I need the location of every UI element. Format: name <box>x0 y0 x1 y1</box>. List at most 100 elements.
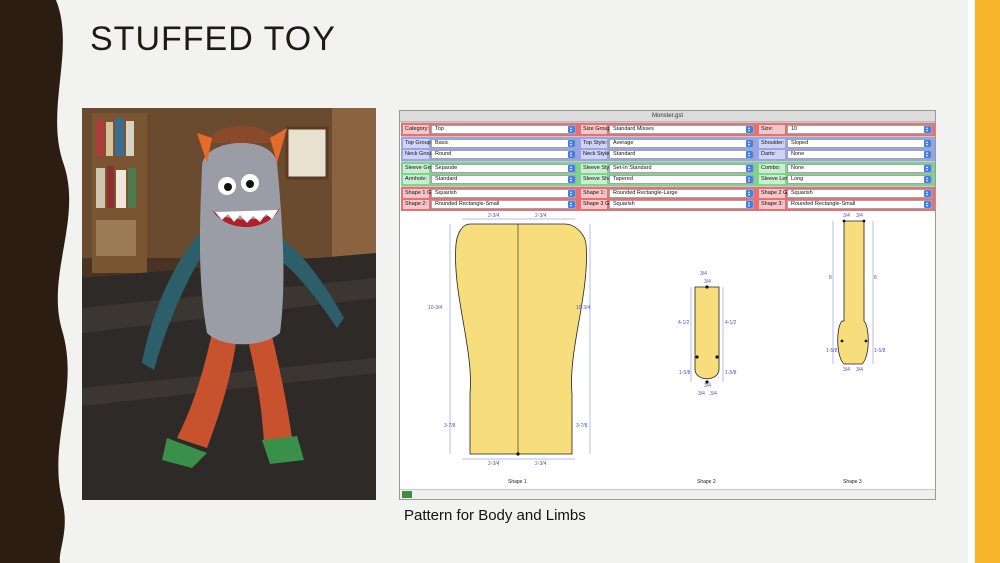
dropdown-arrow-icon <box>568 190 575 197</box>
slide-title: STUFFED TOY <box>90 20 336 58</box>
dim-label: 8 <box>829 275 832 281</box>
shape3-group-select[interactable]: Squarish <box>609 200 754 209</box>
top-style-select[interactable]: Average <box>609 139 754 148</box>
combo-select[interactable]: None <box>787 164 932 173</box>
top-group-field: Top Group: Basic <box>401 138 579 149</box>
dim-label: 3/4 <box>856 367 863 373</box>
dropdown-arrow-icon <box>924 201 931 208</box>
dim-label: 3-7/8 <box>576 423 588 429</box>
shape2-group-select[interactable]: Squarish <box>787 189 932 198</box>
shape2-select[interactable]: Rounded Rectangle-Small <box>431 200 576 209</box>
dropdown-arrow-icon <box>924 165 931 172</box>
armhole-field: Armhole: Standard <box>401 174 579 185</box>
dim-label: 1-5/8 <box>725 370 737 376</box>
dim-label: 4-1/2 <box>678 320 690 326</box>
status-icon[interactable] <box>402 491 412 498</box>
sleeve-length-field: Sleeve Length: Long <box>757 174 935 185</box>
dropdown-arrow-icon <box>924 151 931 158</box>
shoulder-field: Shoulder: Sloped <box>757 138 935 149</box>
dropdown-arrow-icon <box>746 176 753 183</box>
dropdown-arrow-icon <box>924 176 931 183</box>
dim-label: 3/4 <box>704 383 711 389</box>
shape-group: Shape 1 Group: Squarish Shape 1: Rounded… <box>401 186 935 211</box>
dim-label: 2-3/4 <box>535 461 547 467</box>
parameter-panel: Category: Top Size Group: Standard Misse… <box>401 122 935 211</box>
top-style-field: Top Style: Average <box>579 138 757 149</box>
shape1-group-field: Shape 1 Group: Squarish <box>401 188 579 199</box>
shape1-select[interactable]: Rounded Rectangle-Large <box>609 189 754 198</box>
window-title: Monster.gst <box>400 111 935 122</box>
dim-label: 1-5/8 <box>826 348 838 354</box>
sleeve-group-select[interactable]: Separate <box>431 164 576 173</box>
dim-label: 3/4 <box>843 367 850 373</box>
dropdown-arrow-icon <box>568 176 575 183</box>
dropdown-arrow-icon <box>746 140 753 147</box>
dim-label: 8 <box>874 275 877 281</box>
dropdown-arrow-icon <box>568 140 575 147</box>
dropdown-arrow-icon <box>746 201 753 208</box>
neck-style-field: Neck Style: Standard <box>579 149 757 160</box>
dim-label: 3/4 <box>843 213 850 219</box>
shape2-group-field: Shape 2 Group: Squarish <box>757 188 935 199</box>
sleeve-style-field: Sleeve Style: Set-In Standard <box>579 163 757 174</box>
dropdown-arrow-icon <box>746 190 753 197</box>
dropdown-arrow-icon <box>746 126 753 133</box>
pattern-app-window: Monster.gst Category: Top Size Group: St… <box>399 110 936 500</box>
sleeve-style-select[interactable]: Set-In Standard <box>609 164 754 173</box>
shape1-field: Shape 1: Rounded Rectangle-Large <box>579 188 757 199</box>
dim-label: 2-3/4 <box>535 213 547 219</box>
dim-label: 3/4 <box>704 279 711 285</box>
top-group: Top Group: Basic Top Style: Average Shou… <box>401 136 935 161</box>
top-group-select[interactable]: Basic <box>431 139 576 148</box>
shape-1-pattern: 2-3/4 2-3/4 10-3/4 10-3/4 3-7/8 3-7/8 2-… <box>428 213 590 485</box>
dim-label: 3/4 <box>700 271 707 277</box>
toy-photo <box>82 108 376 500</box>
sleeve-shape-field: Sleeve Shape: Tapered <box>579 174 757 185</box>
neck-style-select[interactable]: Standard <box>609 150 754 159</box>
shape-3-pattern: 3/4 3/4 8 8 1-5/8 1-5/8 3/4 3/4 Shape 3 <box>826 213 886 485</box>
shoulder-select[interactable]: Sloped <box>787 139 932 148</box>
dropdown-arrow-icon <box>924 140 931 147</box>
dropdown-arrow-icon <box>568 201 575 208</box>
darts-select[interactable]: None <box>787 150 932 159</box>
dropdown-arrow-icon <box>568 151 575 158</box>
sleeve-group: Sleeve Group: Separate Sleeve Style: Set… <box>401 161 935 186</box>
neck-group-select[interactable]: Round <box>431 150 576 159</box>
sleeve-shape-select[interactable]: Tapered <box>609 175 754 184</box>
combo-field: Combo: None <box>757 163 935 174</box>
dim-label: 3/4 <box>698 391 705 397</box>
category-group: Category: Top Size Group: Standard Misse… <box>401 122 935 136</box>
dropdown-arrow-icon <box>746 165 753 172</box>
neck-group-field: Neck Group: Round <box>401 149 579 160</box>
dim-label: 10-3/4 <box>428 305 442 311</box>
dropdown-arrow-icon <box>746 151 753 158</box>
shape-label: Shape 2 <box>697 479 716 485</box>
right-accent-bar <box>968 0 1000 563</box>
dim-label: 2-3/4 <box>488 213 500 219</box>
dropdown-arrow-icon <box>568 126 575 133</box>
pattern-canvas: 2-3/4 2-3/4 10-3/4 10-3/4 3-7/8 3-7/8 2-… <box>428 213 886 485</box>
dim-label: 3/4 <box>710 391 717 397</box>
size-field: Size: 10 <box>757 124 935 135</box>
dropdown-arrow-icon <box>924 190 931 197</box>
size-group-select[interactable]: Standard Misses <box>609 125 754 134</box>
dim-label: 3-7/8 <box>444 423 456 429</box>
armhole-select[interactable]: Standard <box>431 175 576 184</box>
dim-label: 10-3/4 <box>576 305 590 311</box>
shape1-group-select[interactable]: Squarish <box>431 189 576 198</box>
shape-label: Shape 1 <box>508 479 527 485</box>
slide-caption: Pattern for Body and Limbs <box>404 507 586 524</box>
category-field: Category: Top <box>401 124 579 135</box>
shape-label: Shape 3 <box>843 479 862 485</box>
dropdown-arrow-icon <box>924 126 931 133</box>
category-select[interactable]: Top <box>431 125 576 134</box>
size-select[interactable]: 10 <box>787 125 932 134</box>
dim-label: 2-3/4 <box>488 461 500 467</box>
dropdown-arrow-icon <box>568 165 575 172</box>
status-bar <box>400 489 935 499</box>
shape3-select[interactable]: Rounded Rectangle-Small <box>787 200 932 209</box>
size-group-field: Size Group: Standard Misses <box>579 124 757 135</box>
sleeve-length-select[interactable]: Long <box>787 175 932 184</box>
left-decorative-band <box>0 0 70 563</box>
sleeve-group-field: Sleeve Group: Separate <box>401 163 579 174</box>
